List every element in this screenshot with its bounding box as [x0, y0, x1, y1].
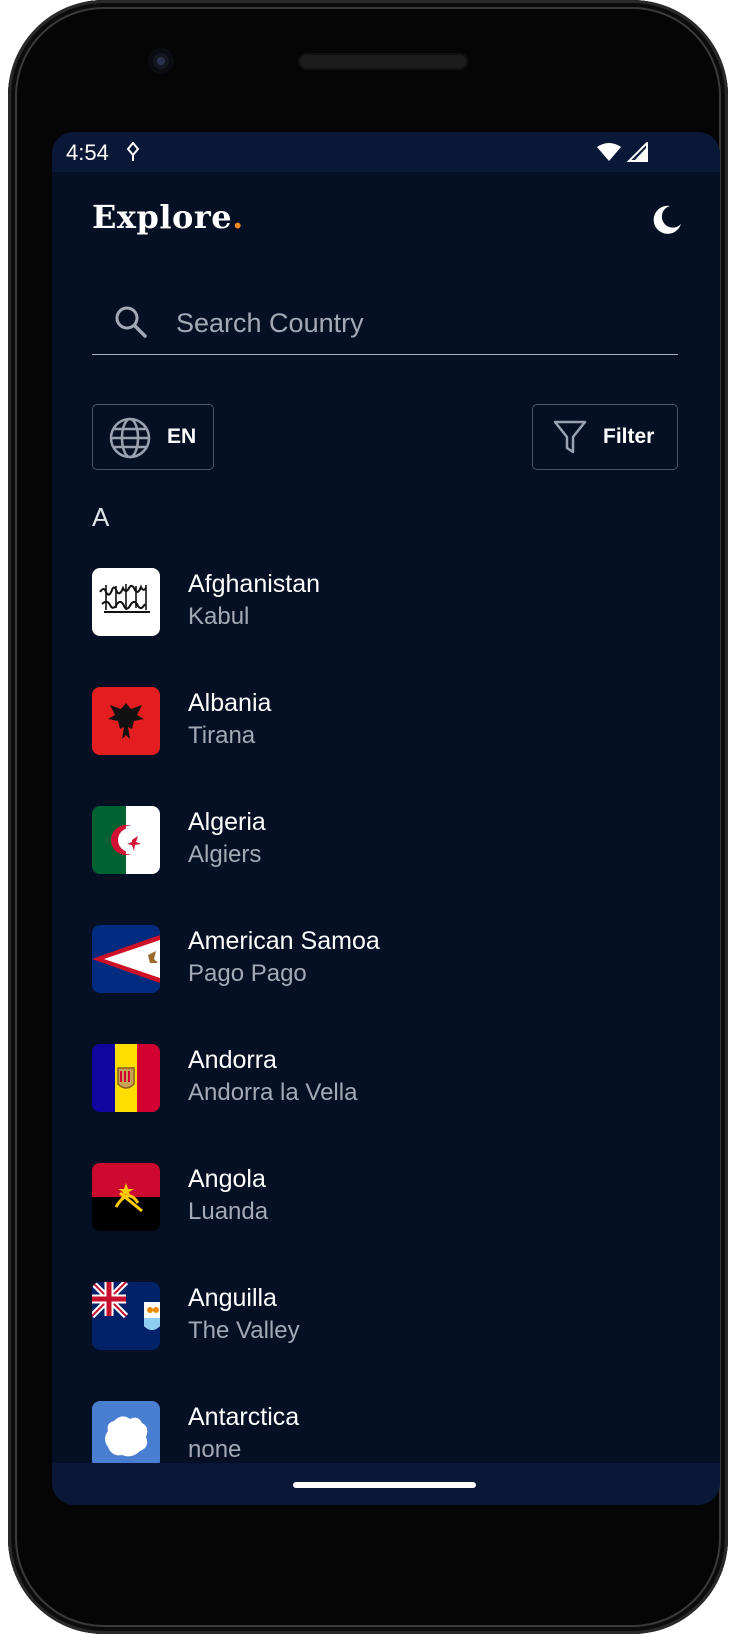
wifi-icon — [597, 143, 621, 161]
algeria-flag-icon — [92, 806, 160, 874]
country-item[interactable]: Angola Luanda — [92, 1163, 692, 1243]
home-indicator[interactable] — [293, 1482, 476, 1488]
status-bar: 4:54 — [52, 132, 720, 172]
section-header: A — [92, 502, 110, 532]
country-name: Anguilla — [188, 1284, 277, 1312]
country-item[interactable]: Anguilla The Valley — [92, 1282, 692, 1362]
country-capital: Kabul — [188, 603, 250, 630]
funnel-icon — [553, 420, 587, 454]
filter-button[interactable]: Filter — [532, 404, 678, 470]
search-bar — [92, 292, 678, 355]
country-capital: Andorra la Vella — [188, 1079, 358, 1106]
country-capital: Algiers — [188, 841, 262, 868]
country-capital: Luanda — [188, 1198, 269, 1225]
status-time: 4:54 — [66, 140, 109, 165]
country-capital: Pago Pago — [188, 960, 307, 987]
country-item[interactable]: Afghanistan Kabul — [92, 568, 692, 648]
cellular-signal-icon — [626, 142, 648, 162]
country-capital: The Valley — [188, 1317, 300, 1344]
language-label: EN — [167, 425, 197, 448]
country-name: Afghanistan — [188, 570, 321, 598]
phone-frame: 4:54 Explore. Search Country EN Filter A… — [8, 0, 728, 1634]
country-name: American Samoa — [188, 927, 380, 955]
moon-icon[interactable] — [648, 202, 684, 238]
country-name: Andorra — [188, 1046, 277, 1074]
logo-dot: . — [232, 198, 244, 236]
antarctica-flag-icon — [92, 1401, 160, 1469]
navigation-bar — [52, 1463, 720, 1505]
andorra-flag-icon — [92, 1044, 160, 1112]
albania-flag-icon — [92, 687, 160, 755]
angola-flag-icon — [92, 1163, 160, 1231]
country-item[interactable]: American Samoa Pago Pago — [92, 925, 692, 1005]
data-saver-icon — [126, 142, 140, 161]
american-samoa-flag-icon — [92, 925, 160, 993]
earpiece-speaker — [298, 53, 468, 70]
country-item[interactable]: Andorra Andorra la Vella — [92, 1044, 692, 1124]
app-logo: Explore. — [92, 198, 244, 236]
afghanistan-flag-icon — [92, 568, 160, 636]
language-button[interactable]: EN — [92, 404, 214, 470]
search-input[interactable] — [174, 300, 658, 346]
country-name: Angola — [188, 1165, 266, 1193]
country-capital: Tirana — [188, 722, 256, 749]
anguilla-flag-icon — [92, 1282, 160, 1350]
country-name: Algeria — [188, 808, 266, 836]
country-name: Albania — [188, 689, 272, 717]
globe-icon — [109, 417, 151, 459]
country-name: Antarctica — [188, 1403, 300, 1431]
filter-label: Filter — [603, 425, 655, 448]
app-screen: 4:54 Explore. Search Country EN Filter A… — [52, 132, 720, 1505]
search-icon — [115, 306, 147, 338]
country-capital: none — [188, 1436, 242, 1463]
front-camera — [148, 48, 174, 74]
country-item[interactable]: Algeria Algiers — [92, 806, 692, 886]
logo-text: Explore — [92, 198, 233, 236]
country-item[interactable]: Albania Tirana — [92, 687, 692, 767]
